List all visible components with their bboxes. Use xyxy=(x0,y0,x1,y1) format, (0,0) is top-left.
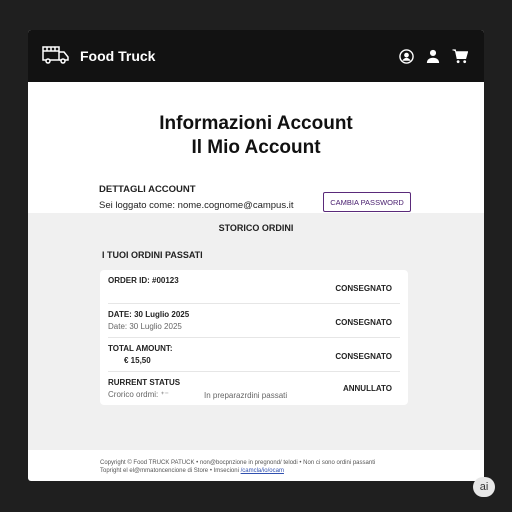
orders-card: ORDER ID: #00123 CONSEGNATO DATE: 30 Lugl… xyxy=(100,270,408,405)
history-title: STORICO ORDINI xyxy=(218,223,294,233)
row-sublabel: Date: 30 Luglio 2025 xyxy=(108,322,182,331)
user-icon[interactable] xyxy=(426,49,440,63)
row-label: ORDER ID: #00123 xyxy=(108,276,179,285)
brand[interactable]: Food Truck xyxy=(42,45,155,68)
row-middle-text: In preparazrdini passati xyxy=(204,391,288,400)
page-title: Informazioni Account Il Mio Account xyxy=(28,112,484,160)
history-subtitle: I TUOI ORDINI PASSATI xyxy=(102,250,203,260)
footer-line2: Topright el el@mmatoncencione di Store •… xyxy=(100,468,241,474)
order-row[interactable]: RURRENT STATUS Crorico ordmi: ⁺⁻ In prepar… xyxy=(108,372,400,406)
row-label: DATE: 30 Luglio 2025 xyxy=(108,310,190,319)
details-label: DETTAGLI ACCOUNT xyxy=(99,184,196,195)
status-label: CONSEGNATO xyxy=(335,352,392,361)
page-title-line2: Il Mio Account xyxy=(191,137,321,158)
status-label: CONSEGNATO xyxy=(335,284,392,293)
ai-badge: ai xyxy=(473,477,495,497)
footer-link[interactable]: /camcla/io/ocam xyxy=(241,468,284,474)
order-row[interactable]: TOTAL AMOUNT: € 15,50 CONSEGNATO xyxy=(108,338,400,372)
order-row[interactable]: ORDER ID: #00123 CONSEGNATO xyxy=(108,270,400,304)
brand-name: Food Truck xyxy=(80,48,156,64)
row-sublabel: € 15,50 xyxy=(124,356,151,365)
page-title-line1: Informazioni Account xyxy=(159,113,353,134)
header: Food Truck xyxy=(28,30,484,82)
row-label: TOTAL AMOUNT: xyxy=(108,344,173,353)
change-password-button[interactable]: CAMBIA PASSWORD xyxy=(323,192,411,212)
logged-in-text: Sei loggato come: nome.cognome@campus.it xyxy=(99,200,294,211)
status-label: CONSEGNATO xyxy=(335,318,392,327)
row-sublabel: Crorico ordmi: ⁺⁻ xyxy=(108,390,169,399)
cart-icon[interactable] xyxy=(452,48,468,64)
order-row[interactable]: DATE: 30 Luglio 2025 Date: 30 Luglio 2025… xyxy=(108,304,400,338)
footer-line1: Copyright © Food TRUCK PATUCK • non@bocp… xyxy=(100,460,376,466)
app-window: Food Truck Informazioni Account Il Mio A… xyxy=(28,30,484,481)
account-circle-icon[interactable] xyxy=(399,48,414,64)
row-label: RURRENT STATUS xyxy=(108,378,181,387)
status-label: ANNULLATO xyxy=(342,384,392,393)
footer: Copyright © Food TRUCK PATUCK • non@bocp… xyxy=(100,459,375,475)
order-history-section: STORICO ORDINI I TUOI ORDINI PASSATI ORD… xyxy=(28,213,484,450)
food-truck-icon xyxy=(42,45,70,68)
